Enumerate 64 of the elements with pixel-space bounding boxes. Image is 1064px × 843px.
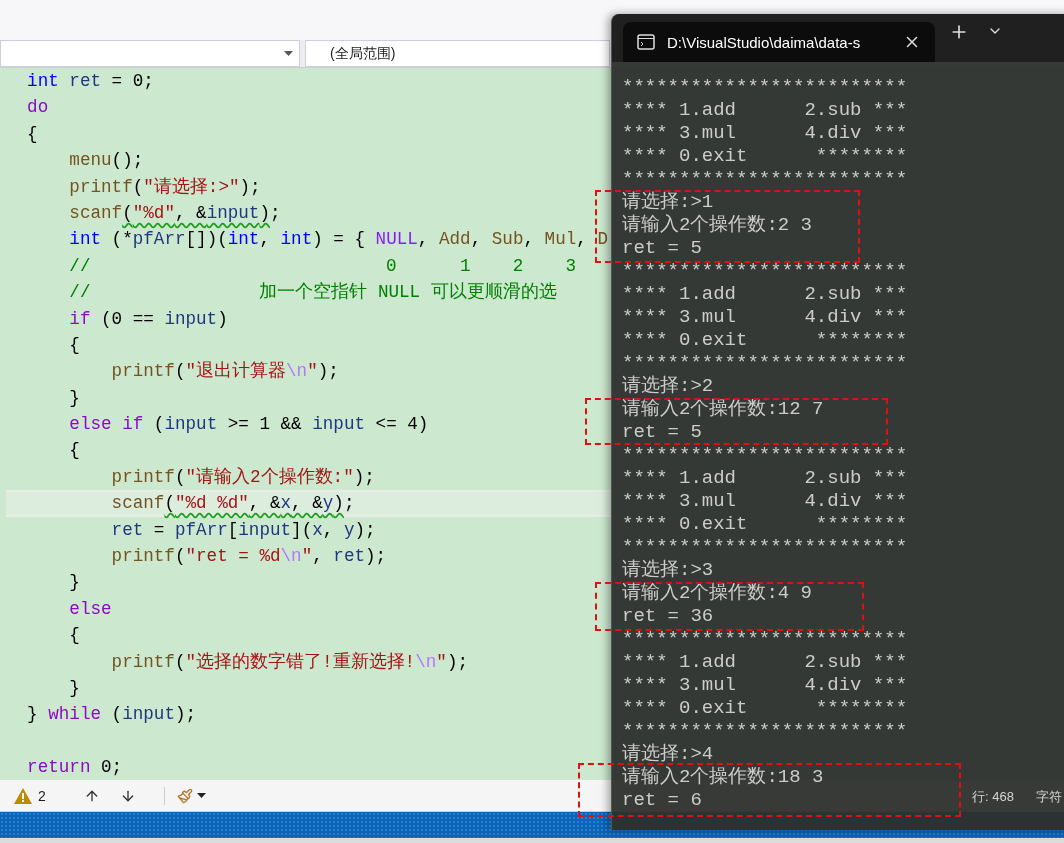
console-line: ************************* [622, 352, 908, 375]
code-line: printf("ret = %d\n", ret); [110, 545, 388, 569]
code-line: { [68, 624, 81, 648]
code-line: int ret = 0; [26, 70, 155, 93]
caret-icon [284, 51, 293, 56]
console-line: ret = 5 [622, 421, 702, 444]
console-line: 请输入2个操作数:18 3 [622, 766, 824, 789]
console-line: **** 0.exit ******** [622, 697, 908, 720]
console-line: ************************* [622, 720, 908, 743]
code-line: } [68, 677, 81, 700]
console-line: **** 3.mul 4.div *** [622, 674, 908, 697]
code-line: if (0 == input) [68, 307, 229, 331]
code-line: } [68, 386, 81, 410]
code-line: printf("请输入2个操作数:"); [110, 465, 376, 489]
terminal-tab[interactable]: D:\VisualStudio\daima\data-s [623, 22, 935, 62]
code-line: else [68, 597, 113, 621]
warning-count[interactable]: 2 [38, 787, 46, 804]
code-line: } while (input); [26, 703, 198, 727]
code-line: scanf("%d", &input); [68, 201, 282, 225]
column-position: 字符 [1036, 788, 1062, 806]
console-line: ret = 5 [622, 237, 702, 260]
console-line: **** 1.add 2.sub *** [622, 99, 908, 122]
code-line: int (*pfArr[])(int, int) = { NULL, Add, Sub, Mul, D [68, 228, 609, 252]
console-line: 请选择:>4 [622, 743, 714, 766]
console-line: ************************* [622, 628, 908, 651]
console-line: **** 1.add 2.sub *** [622, 283, 908, 306]
console-line: ret = 6 [622, 789, 702, 812]
console-line: 请输入2个操作数:2 3 [622, 214, 812, 237]
console-line: **** 1.add 2.sub *** [622, 467, 908, 490]
code-line: ret = pfArr[input](x, y); [110, 518, 377, 542]
code-line: { [68, 333, 81, 357]
console-line: **** 0.exit ******** [622, 145, 908, 168]
console-line: ************************* [622, 168, 908, 191]
console-line: **** 1.add 2.sub *** [622, 651, 908, 674]
code-line: } [68, 571, 81, 595]
code-line: // 加一个空指针 NULL 可以更顺滑的选 [68, 281, 558, 305]
code-line: printf("选择的数字错了!重新选择!\n"); [110, 650, 469, 674]
console-line: **** 0.exit ******** [622, 513, 908, 536]
console-line: ************************* [622, 260, 908, 283]
code-line: printf("退出计算器\n"); [110, 360, 340, 384]
console-line: 请选择:>3 [622, 559, 714, 582]
code-line: printf("请选择:>"); [68, 175, 262, 199]
caret-icon[interactable] [197, 793, 206, 798]
console-line: ************************* [622, 536, 908, 559]
console-line: 请选择:>1 [622, 191, 714, 214]
code-line: do [26, 96, 50, 120]
code-line: menu(); [68, 149, 145, 173]
code-line: return 0; [26, 756, 124, 780]
console-line: **** 3.mul 4.div *** [622, 122, 908, 145]
console-line: ************************* [622, 444, 908, 467]
console-line: **** 0.exit ******** [622, 329, 908, 352]
console-line: **** 3.mul 4.div *** [622, 306, 908, 329]
terminal-icon [637, 34, 655, 50]
warning-icon [14, 787, 32, 804]
code-line: else if (input >= 1 && input <= 4) [68, 413, 430, 437]
console-line: 请选择:>2 [622, 375, 714, 398]
console-line: ret = 36 [622, 605, 714, 628]
code-line: { [26, 122, 39, 146]
scope-dropdown[interactable]: (全局范围) [305, 40, 610, 67]
line-position: 行: 468 [972, 788, 1014, 806]
console-line: ************************* [622, 76, 908, 99]
code-line: { [68, 439, 81, 463]
code-line: // 0 1 2 3 [68, 254, 578, 278]
console-line: **** 3.mul 4.div *** [622, 490, 908, 513]
